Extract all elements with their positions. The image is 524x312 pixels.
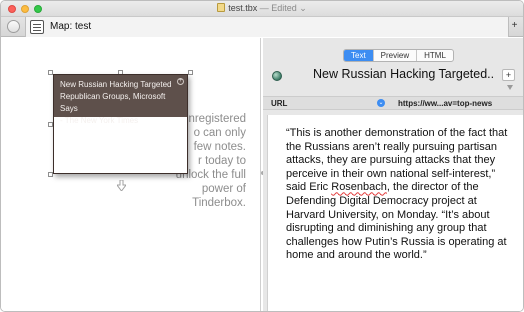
view-mode-segmented-control[interactable]: Text Preview HTML — [343, 49, 454, 62]
new-tab-button[interactable]: + — [509, 20, 520, 33]
note-title[interactable]: New Russian Hacking Targeted... — [313, 67, 495, 81]
note-title-line: New Russian Hacking Targeted — [60, 80, 172, 89]
misspelled-word: Rosenbach — [331, 181, 387, 194]
resize-handle-top-right[interactable] — [188, 70, 193, 75]
tab-bar: Map: test + — [1, 17, 523, 37]
window-title-text: test.tbx — [228, 3, 258, 13]
document-icon — [217, 3, 226, 12]
edited-indicator[interactable]: — Edited ⌄ — [260, 3, 307, 13]
tab-text[interactable]: Text — [344, 50, 373, 61]
note-title-line: Republican Groups, Microsoft Says — [60, 92, 166, 113]
drag-arrow-icon[interactable] — [117, 180, 126, 191]
window-title: test.tbx — Edited ⌄ — [1, 3, 523, 14]
note-title-line: - The New York Times — [60, 116, 139, 125]
chevron-down-icon[interactable]: ⌄ — [377, 99, 385, 107]
tab-html[interactable]: HTML — [416, 50, 453, 61]
note-text-editor[interactable]: “This is another demonstration of the fa… — [267, 115, 523, 311]
app-window: test.tbx — Edited ⌄ Map: test + nregiste… — [0, 0, 524, 312]
map-view-icon — [30, 20, 44, 34]
map-view[interactable]: nregistered o can only few notes. r toda… — [1, 38, 261, 311]
tab-label: Map: test — [50, 21, 92, 32]
note-expand-toggle[interactable]: + — [177, 78, 184, 85]
tab-preview[interactable]: Preview — [372, 50, 416, 61]
note-card[interactable]: New Russian Hacking Targeted Republican … — [53, 74, 188, 174]
expand-triangle-icon[interactable] — [507, 85, 513, 90]
toolbar-circle-button[interactable] — [7, 20, 20, 33]
key-attribute-row: URL ⌄ https://ww...av=top-news — [263, 96, 523, 110]
promo-line: Tinderbox. — [192, 197, 246, 209]
title-bar: test.tbx — Edited ⌄ — [1, 1, 523, 17]
add-attribute-button[interactable]: + — [502, 69, 515, 81]
note-card-title: New Russian Hacking Targeted Republican … — [54, 75, 187, 125]
tab-map-test[interactable]: Map: test — [25, 17, 509, 37]
attribute-value-field[interactable]: https://ww...av=top-news — [398, 99, 492, 108]
note-body-text: “This is another demonstration of the fa… — [286, 127, 512, 263]
text-pane: Text Preview HTML New Russian Hacking Ta… — [263, 38, 523, 311]
status-dot-icon[interactable] — [272, 71, 282, 81]
attribute-name: URL — [271, 99, 288, 108]
